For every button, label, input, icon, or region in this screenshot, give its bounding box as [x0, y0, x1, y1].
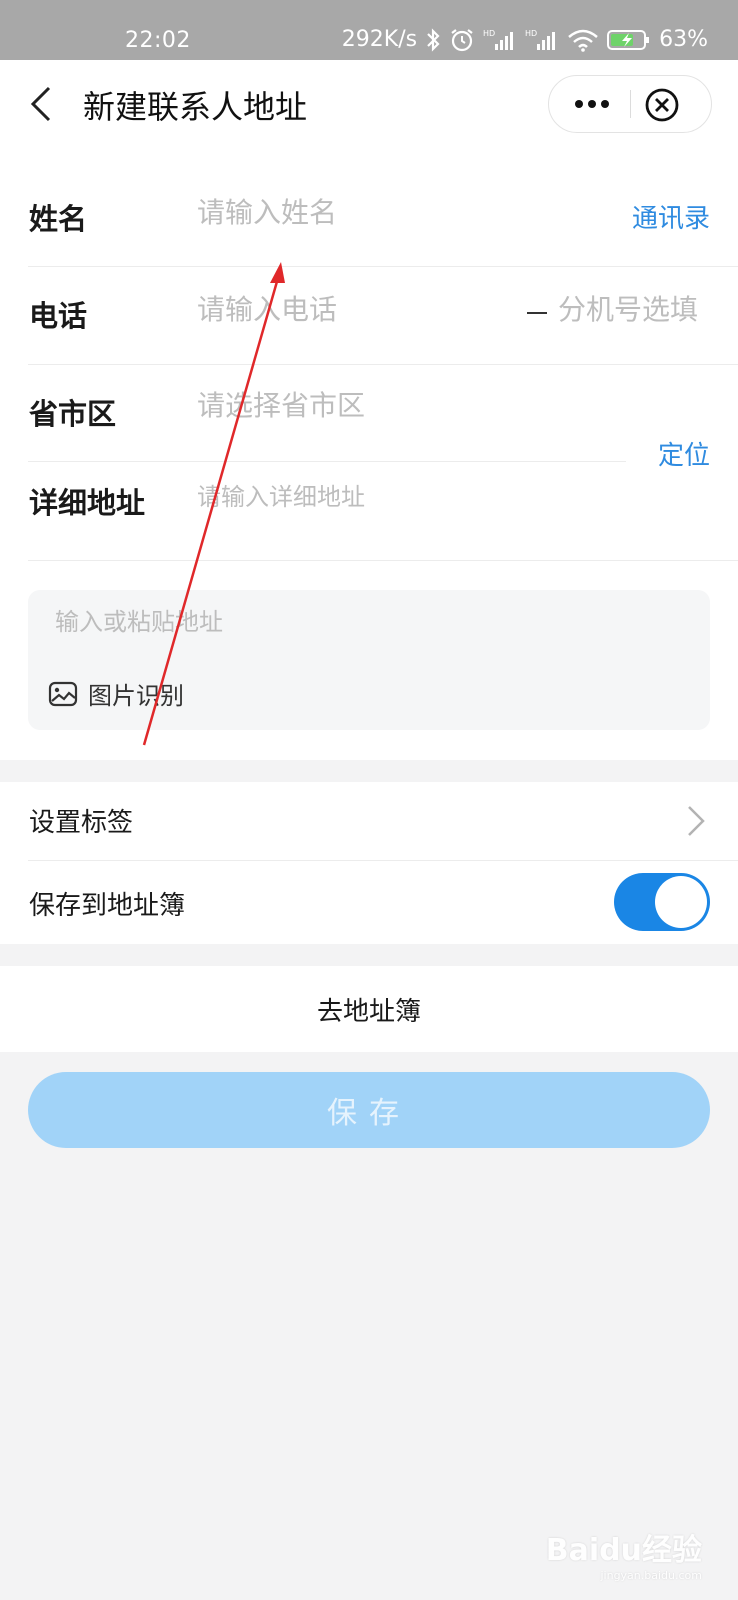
- image-recognition-button[interactable]: 图片识别: [48, 676, 184, 711]
- locate-link[interactable]: 定位: [658, 435, 710, 472]
- status-bar: 22:02 292K/s HD HD 63%: [0, 0, 738, 60]
- alarm-icon: [451, 28, 473, 51]
- region-select[interactable]: [197, 389, 577, 422]
- toggle-knob: [655, 876, 707, 928]
- name-input[interactable]: [197, 196, 577, 229]
- battery-percent: 63%: [659, 27, 708, 52]
- phone-label: 电话: [29, 299, 88, 333]
- chevron-right-icon: [688, 806, 705, 836]
- signal-hd-icon: HD: [525, 29, 556, 50]
- region-label: 省市区: [29, 397, 117, 431]
- network-speed: 292K/s: [341, 27, 418, 52]
- bluetooth-icon: [427, 27, 440, 52]
- phone-input[interactable]: [197, 293, 497, 326]
- contacts-link[interactable]: 通讯录: [632, 198, 710, 235]
- watermark-logo: Baidu经验 jingyan.baidu.com: [546, 1525, 702, 1582]
- more-dots-icon: [575, 100, 609, 108]
- extension-input[interactable]: [558, 293, 713, 326]
- divider: [28, 364, 738, 365]
- settings-section: 设置标签 保存到地址簿: [0, 782, 738, 944]
- image-recognition-label: 图片识别: [88, 682, 184, 710]
- page-header: 新建联系人地址: [0, 60, 738, 148]
- wifi-icon: [568, 29, 598, 52]
- extension-dash: [527, 312, 547, 314]
- address-form: 姓名 通讯录 电话 省市区 定位 详细地址 图片识别: [0, 148, 738, 760]
- signal-hd-icon: HD: [483, 29, 514, 50]
- smart-paste-box: 图片识别: [28, 590, 710, 730]
- goto-address-book-button[interactable]: 去地址簿: [0, 966, 738, 1052]
- save-to-book-label: 保存到地址簿: [29, 891, 186, 921]
- save-button[interactable]: 保存: [28, 1072, 710, 1148]
- page-title: 新建联系人地址: [83, 88, 308, 126]
- battery-charging-icon: [607, 29, 650, 50]
- watermark-url: jingyan.baidu.com: [600, 1569, 702, 1582]
- capsule-divider: [630, 90, 631, 118]
- paste-address-input[interactable]: [55, 608, 655, 636]
- svg-text:HD: HD: [525, 29, 537, 38]
- set-tag-row[interactable]: 设置标签: [0, 782, 738, 860]
- divider: [28, 560, 738, 561]
- status-time: 22:02: [125, 28, 191, 53]
- image-icon: [48, 681, 78, 706]
- close-circle-icon: [645, 88, 679, 122]
- more-button[interactable]: [567, 88, 617, 120]
- close-button[interactable]: [644, 87, 680, 123]
- divider: [28, 266, 738, 267]
- svg-text:HD: HD: [483, 29, 495, 38]
- back-button[interactable]: [22, 82, 62, 126]
- set-tag-label: 设置标签: [29, 808, 134, 838]
- watermark-brand: Baidu经验: [545, 1533, 702, 1568]
- save-to-book-row: 保存到地址簿: [0, 861, 738, 944]
- chevron-left-icon: [30, 86, 51, 122]
- miniapp-capsule: [548, 75, 712, 133]
- divider: [28, 461, 626, 462]
- save-to-book-toggle[interactable]: [614, 873, 710, 931]
- detail-address-label: 详细地址: [29, 486, 146, 520]
- detail-address-input[interactable]: [197, 483, 597, 511]
- name-label: 姓名: [29, 202, 88, 236]
- status-icons: 292K/s HD HD 63%: [342, 27, 708, 52]
